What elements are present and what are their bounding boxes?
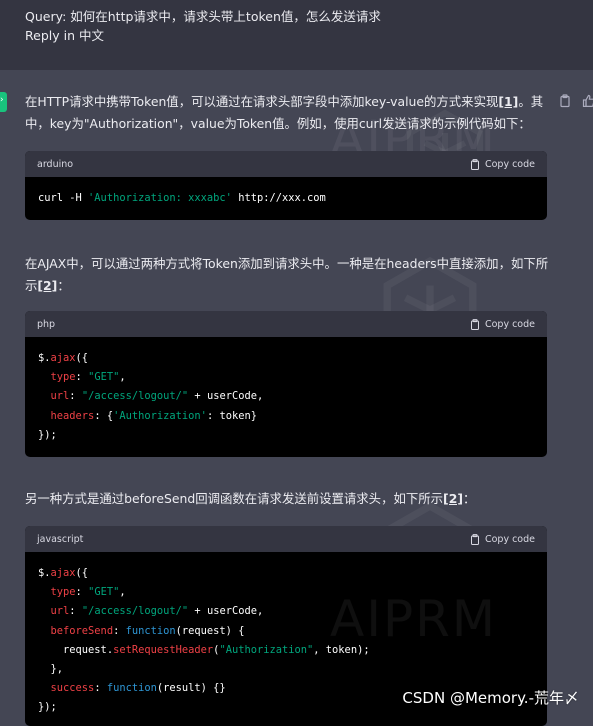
citation-link[interactable]: [2]	[443, 491, 463, 506]
clipboard-icon	[470, 533, 479, 545]
message-actions	[558, 94, 593, 108]
answer-panel: › AIPRM AIPRM 在HTTP请求中	[0, 70, 593, 726]
copy-code-button[interactable]: Copy code	[470, 319, 535, 330]
csdn-watermark: CSDN @Memory.-荒年〆	[402, 689, 579, 707]
chevron-right-icon: ›	[0, 95, 4, 105]
answer-paragraph-1: 在HTTP请求中携带Token值，可以通过在请求头部字段中添加key-value…	[25, 94, 544, 131]
code-content: $.ajax({ type: "GET", url: "/access/logo…	[38, 352, 264, 441]
citation-link[interactable]: [2]	[37, 278, 57, 293]
assistant-avatar: ›	[0, 92, 7, 112]
code-block-curl: arduino Copy code curl -H 'Authorization…	[25, 151, 547, 221]
clipboard-icon	[470, 318, 479, 330]
code-block-php: php Copy code $.ajax({ type: "GET", url:…	[25, 311, 547, 458]
code-content: curl -H 'Authorization: xxxabc' http://x…	[38, 192, 326, 204]
code-language-label: php	[37, 318, 56, 330]
answer-paragraph-2: 在AJAX中，可以通过两种方式将Token添加到请求头中。一种是在headers…	[25, 256, 549, 293]
copy-code-button[interactable]: Copy code	[470, 159, 535, 170]
query-bar: Query: 如何在http请求中，请求头带上token值，怎么发送请求 Rep…	[0, 0, 593, 70]
code-language-label: arduino	[37, 158, 74, 170]
clipboard-icon[interactable]	[558, 94, 572, 108]
clipboard-icon	[470, 158, 479, 170]
copy-code-button[interactable]: Copy code	[470, 534, 535, 545]
citation-link[interactable]: [1]	[498, 94, 518, 109]
reply-language: Reply in 中文	[25, 28, 104, 43]
query-text: Query: 如何在http请求中，请求头带上token值，怎么发送请求	[25, 9, 381, 24]
thumbs-up-icon[interactable]	[582, 94, 593, 108]
code-language-label: javascript	[37, 533, 84, 545]
answer-paragraph-3: 另一种方式是通过beforeSend回调函数在请求发送前设置请求头，如下所示[2…	[25, 491, 476, 506]
